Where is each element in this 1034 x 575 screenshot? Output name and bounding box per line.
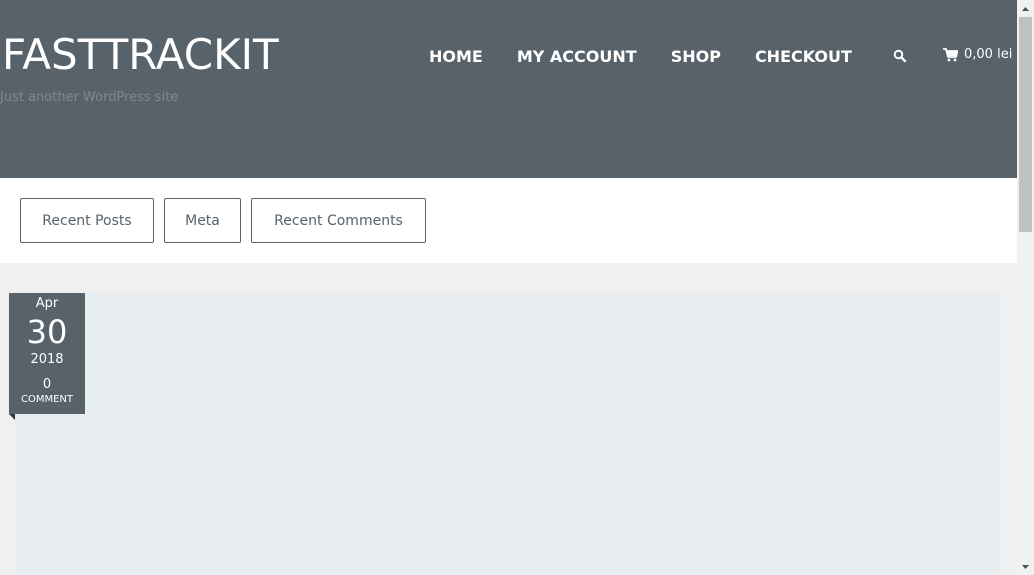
nav-item-home[interactable]: HOME [429, 47, 483, 66]
scrollbar-thumb[interactable] [1019, 17, 1032, 232]
post-year: 2018 [30, 352, 64, 367]
nav-item-shop[interactable]: SHOP [671, 47, 721, 66]
main-nav: HOME MY ACCOUNT SHOP CHECKOUT [429, 47, 886, 66]
cart-link[interactable]: 0,00 lei [943, 47, 1012, 62]
comment-label[interactable]: COMMENT [9, 394, 85, 405]
search-icon[interactable] [893, 49, 907, 63]
post-card [15, 293, 1001, 575]
post-date-badge: Apr 30 2018 0 COMMENT [9, 293, 85, 414]
nav-item-my-account[interactable]: MY ACCOUNT [517, 47, 637, 66]
badge-fold [9, 414, 15, 420]
post-month: Apr [35, 296, 59, 311]
cart-total: 0,00 lei [964, 47, 1013, 62]
site-tagline: Just another WordPress site [0, 90, 179, 105]
tab-recent-comments[interactable]: Recent Comments [251, 198, 426, 243]
scroll-down-arrow-icon[interactable] [1017, 558, 1034, 575]
tab-recent-posts[interactable]: Recent Posts [20, 198, 154, 243]
comment-count[interactable]: 0 [9, 377, 85, 392]
nav-item-checkout[interactable]: CHECKOUT [755, 47, 852, 66]
post-day: 30 [26, 313, 68, 351]
site-title[interactable]: FASTTRACKIT [2, 30, 279, 79]
site-header: FASTTRACKIT Just another WordPress site … [0, 0, 1017, 178]
widget-tab-bar: Recent Posts Meta Recent Comments [0, 178, 1017, 263]
cart-icon [943, 47, 958, 61]
tab-meta[interactable]: Meta [164, 198, 241, 243]
scroll-up-arrow-icon[interactable] [1017, 0, 1034, 17]
vertical-scrollbar[interactable] [1017, 0, 1034, 575]
